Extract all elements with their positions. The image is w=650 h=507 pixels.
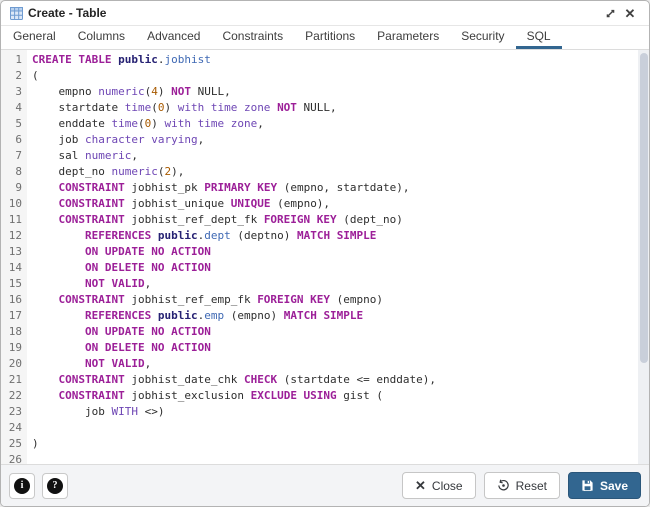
tab-parameters[interactable]: Parameters	[366, 26, 450, 49]
code-line: )	[32, 436, 637, 452]
code-line: CONSTRAINT jobhist_pk PRIMARY KEY (empno…	[32, 180, 637, 196]
close-button-label: Close	[432, 479, 463, 493]
line-number: 6	[1, 132, 22, 148]
create-table-dialog: Create - Table ✕ General Columns Advance…	[0, 0, 650, 507]
code-line: CONSTRAINT jobhist_ref_dept_fk FOREIGN K…	[32, 212, 637, 228]
code-line: CONSTRAINT jobhist_date_chk CHECK (start…	[32, 372, 637, 388]
tab-constraints[interactable]: Constraints	[211, 26, 294, 49]
line-number: 12	[1, 228, 22, 244]
code-line: dept_no numeric(2),	[32, 164, 637, 180]
maximize-button[interactable]	[600, 3, 620, 23]
line-number: 2	[1, 68, 22, 84]
line-number: 23	[1, 404, 22, 420]
code-line: REFERENCES public.dept (deptno) MATCH SI…	[32, 228, 637, 244]
help-icon: ?	[47, 478, 63, 494]
code-line: CONSTRAINT jobhist_unique UNIQUE (empno)…	[32, 196, 637, 212]
line-number: 7	[1, 148, 22, 164]
code-line: CONSTRAINT jobhist_exclusion EXCLUDE USI…	[32, 388, 637, 404]
code-line: CREATE TABLE public.jobhist	[32, 52, 637, 68]
save-icon	[581, 479, 594, 492]
line-number: 5	[1, 116, 22, 132]
code-line: job character varying,	[32, 132, 637, 148]
dialog-title: Create - Table	[28, 6, 600, 20]
save-button[interactable]: Save	[568, 472, 641, 499]
code-line: ON UPDATE NO ACTION	[32, 244, 637, 260]
line-number: 21	[1, 372, 22, 388]
code-line: sal numeric,	[32, 148, 637, 164]
footer-bar: i ? ✕ Close Reset Save	[1, 464, 649, 506]
tab-columns[interactable]: Columns	[67, 26, 136, 49]
code-line: job WITH <>)	[32, 404, 637, 420]
help-button[interactable]: ?	[42, 473, 68, 499]
close-button[interactable]: ✕ Close	[402, 472, 476, 499]
line-number-gutter: 1234567891011121314151617181920212223242…	[1, 50, 27, 464]
line-number: 17	[1, 308, 22, 324]
tab-security[interactable]: Security	[450, 26, 515, 49]
close-dialog-button[interactable]: ✕	[620, 3, 640, 23]
line-number: 8	[1, 164, 22, 180]
code-line: CONSTRAINT jobhist_ref_emp_fk FOREIGN KE…	[32, 292, 637, 308]
line-number: 14	[1, 260, 22, 276]
code-line: enddate time(0) with time zone,	[32, 116, 637, 132]
line-number: 9	[1, 180, 22, 196]
line-number: 4	[1, 100, 22, 116]
code-line: (	[32, 68, 637, 84]
line-number: 20	[1, 356, 22, 372]
line-number: 16	[1, 292, 22, 308]
expand-icon	[605, 8, 616, 19]
title-bar: Create - Table ✕	[1, 1, 649, 26]
sql-editor[interactable]: 1234567891011121314151617181920212223242…	[1, 50, 649, 464]
code-line: ON UPDATE NO ACTION	[32, 324, 637, 340]
scrollbar-thumb[interactable]	[640, 53, 648, 363]
line-number: 13	[1, 244, 22, 260]
line-number: 18	[1, 324, 22, 340]
tab-advanced[interactable]: Advanced	[136, 26, 211, 49]
info-button[interactable]: i	[9, 473, 35, 499]
code-line: ON DELETE NO ACTION	[32, 260, 637, 276]
close-icon: ✕	[625, 7, 636, 20]
code-line: ON DELETE NO ACTION	[32, 340, 637, 356]
line-number: 11	[1, 212, 22, 228]
info-icon: i	[14, 478, 30, 494]
close-x-icon: ✕	[415, 479, 426, 492]
reset-button[interactable]: Reset	[484, 472, 560, 499]
tab-bar: General Columns Advanced Constraints Par…	[1, 26, 649, 50]
code-line: startdate time(0) with time zone NOT NUL…	[32, 100, 637, 116]
save-button-label: Save	[600, 479, 628, 493]
reset-button-label: Reset	[516, 479, 547, 493]
tab-sql[interactable]: SQL	[516, 26, 562, 49]
line-number: 3	[1, 84, 22, 100]
table-icon	[10, 7, 23, 20]
tab-partitions[interactable]: Partitions	[294, 26, 366, 49]
code-line	[32, 452, 637, 464]
line-number: 25	[1, 436, 22, 452]
line-number: 15	[1, 276, 22, 292]
code-line: NOT VALID,	[32, 276, 637, 292]
sql-code: CREATE TABLE public.jobhist( empno numer…	[27, 50, 637, 464]
code-line: REFERENCES public.emp (empno) MATCH SIMP…	[32, 308, 637, 324]
code-line	[32, 420, 637, 436]
line-number: 24	[1, 420, 22, 436]
line-number: 1	[1, 52, 22, 68]
line-number: 10	[1, 196, 22, 212]
tab-general[interactable]: General	[2, 26, 67, 49]
code-line: empno numeric(4) NOT NULL,	[32, 84, 637, 100]
editor-scrollbar	[638, 50, 649, 464]
reset-icon	[497, 479, 510, 492]
code-line: NOT VALID,	[32, 356, 637, 372]
line-number: 22	[1, 388, 22, 404]
line-number: 26	[1, 452, 22, 464]
line-number: 19	[1, 340, 22, 356]
